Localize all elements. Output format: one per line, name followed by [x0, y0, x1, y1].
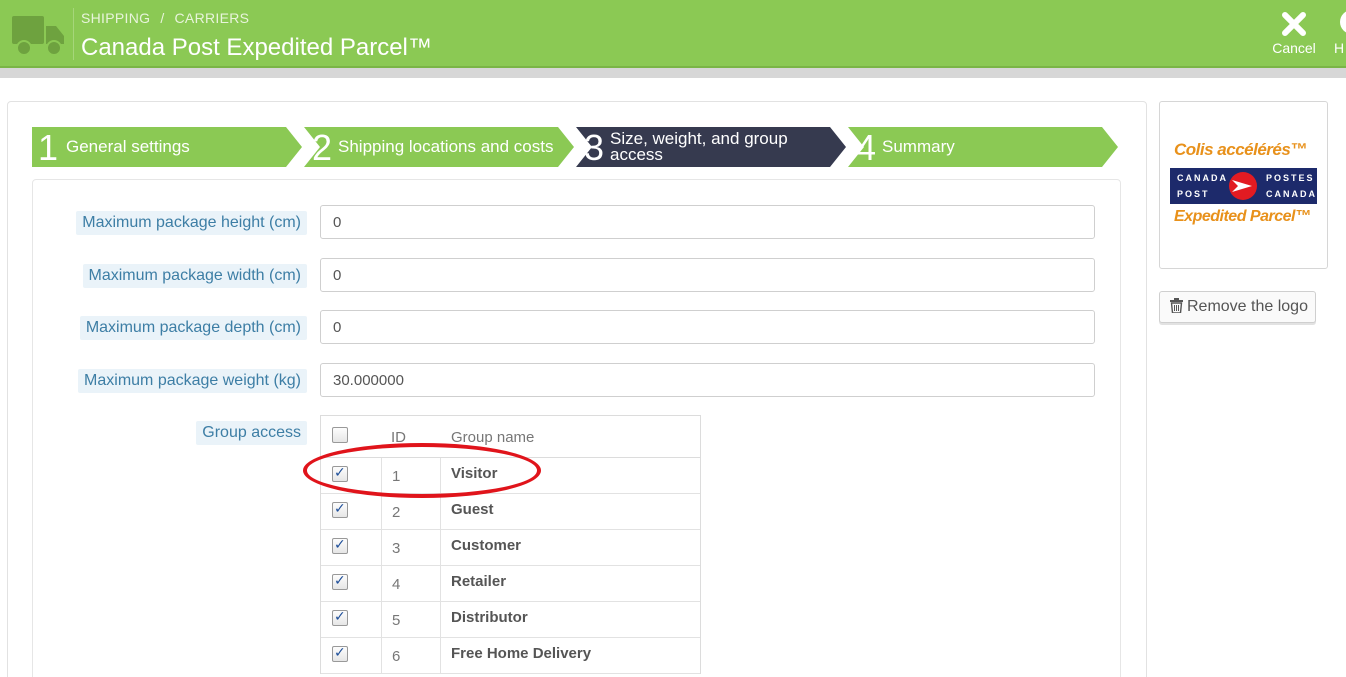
- close-icon: [1282, 12, 1306, 36]
- group-name: Free Home Delivery: [451, 645, 592, 662]
- checkmark-icon: ✓: [334, 500, 346, 516]
- group-access-label: Group access: [196, 421, 307, 445]
- step-shipping-locations[interactable]: 2 Shipping locations and costs: [304, 127, 574, 168]
- logo-band-text: POST: [1177, 189, 1210, 199]
- header-check-cell: [321, 416, 381, 457]
- breadcrumb-carriers[interactable]: CARRIERS: [175, 10, 250, 26]
- group-checkbox[interactable]: ✓: [332, 608, 348, 626]
- step-number: 3: [584, 127, 605, 168]
- logo-text-top: Colis accélérés™: [1174, 140, 1307, 159]
- step-number: 2: [312, 127, 333, 168]
- select-all-checkbox[interactable]: [332, 427, 348, 443]
- max-width-input[interactable]: [320, 258, 1095, 292]
- step-number: 1: [38, 127, 59, 168]
- group-name: Retailer: [451, 573, 507, 590]
- max-height-label: Maximum package height (cm): [76, 211, 307, 235]
- group-checkbox[interactable]: ✓: [332, 500, 348, 518]
- table-row[interactable]: ✓ 4 Retailer: [321, 566, 700, 602]
- step-number: 4: [856, 127, 877, 168]
- group-id: 5: [381, 602, 441, 637]
- row-check-cell: ✓: [321, 458, 381, 493]
- row-check-cell: ✓: [321, 494, 381, 529]
- row-check-cell: ✓: [321, 566, 381, 601]
- group-id: 2: [381, 494, 441, 529]
- table-row[interactable]: ✓ 5 Distributor: [321, 602, 700, 638]
- header-group-name: Group name: [451, 429, 535, 446]
- group-id: 1: [381, 458, 441, 493]
- checkmark-icon: ✓: [334, 608, 346, 624]
- logo-band-text: CANADA: [1266, 189, 1317, 199]
- max-depth-input[interactable]: [320, 310, 1095, 344]
- remove-logo-button[interactable]: Remove the logo: [1159, 291, 1316, 323]
- logo-band: CANADA POST POSTES CANADA: [1170, 168, 1317, 204]
- step-label: Shipping locations and costs: [338, 137, 554, 156]
- trash-icon: [1170, 298, 1183, 313]
- group-checkbox[interactable]: ✓: [332, 464, 348, 482]
- logo-text-bottom: Expedited Parcel™: [1174, 208, 1311, 225]
- group-name: Guest: [451, 501, 494, 518]
- header-shadow: [0, 68, 1346, 78]
- row-check-cell: ✓: [321, 530, 381, 565]
- wizard-steps: 1 General settings 2 Shipping locations …: [32, 127, 1122, 168]
- help-button[interactable]: H: [1334, 10, 1346, 56]
- step-label-line2: access: [610, 145, 663, 164]
- group-checkbox[interactable]: ✓: [332, 536, 348, 554]
- page-title: Canada Post Expedited Parcel™: [81, 34, 432, 61]
- max-height-input[interactable]: [320, 205, 1095, 239]
- breadcrumb-shipping[interactable]: SHIPPING: [81, 10, 150, 26]
- group-name: Visitor: [451, 465, 498, 482]
- cancel-button[interactable]: Cancel: [1268, 10, 1320, 56]
- step-size-weight-group[interactable]: 3 Size, weight, and group access: [576, 127, 846, 168]
- row-check-cell: ✓: [321, 638, 381, 673]
- cancel-label: Cancel: [1272, 40, 1316, 56]
- table-header: ID Group name: [321, 416, 700, 458]
- step-general-settings[interactable]: 1 General settings: [32, 127, 302, 168]
- logo-band-text: POSTES: [1266, 173, 1315, 183]
- group-name: Distributor: [451, 609, 528, 626]
- table-row[interactable]: ✓ 6 Free Home Delivery: [321, 638, 700, 674]
- header-id: ID: [391, 429, 406, 446]
- max-width-label: Maximum package width (cm): [82, 264, 307, 288]
- group-checkbox[interactable]: ✓: [332, 572, 348, 590]
- truck-icon: [12, 16, 64, 56]
- max-depth-label: Maximum package depth (cm): [79, 316, 307, 340]
- max-weight-input[interactable]: [320, 363, 1095, 397]
- step-label: General settings: [66, 137, 190, 156]
- table-row[interactable]: ✓ 3 Customer: [321, 530, 700, 566]
- group-checkbox[interactable]: ✓: [332, 644, 348, 662]
- canada-post-emblem-icon: [1229, 172, 1257, 200]
- checkmark-icon: ✓: [334, 536, 346, 552]
- step-summary[interactable]: 4 Summary: [848, 127, 1118, 168]
- group-name: Customer: [451, 537, 522, 554]
- logo-band-text: CANADA: [1177, 173, 1228, 183]
- max-weight-label: Maximum package weight (kg): [78, 369, 307, 393]
- page-header: SHIPPING / CARRIERS Canada Post Expedited …: [0, 0, 1346, 68]
- checkmark-icon: ✓: [334, 644, 346, 660]
- group-access-table: ID Group name ✓ 1 Visitor ✓ 2 Guest ✓ 3 Customer…: [320, 415, 701, 674]
- help-label: H: [1334, 40, 1345, 56]
- help-icon: [1340, 10, 1346, 34]
- carrier-logo: Colis accélérés™ CANADA POST POSTES CANA…: [1159, 101, 1328, 269]
- group-id: 3: [381, 530, 441, 565]
- remove-logo-label: Remove the logo: [1187, 298, 1308, 315]
- breadcrumb: SHIPPING / CARRIERS: [81, 10, 249, 26]
- breadcrumb-separator: /: [160, 10, 165, 26]
- checkmark-icon: ✓: [334, 464, 346, 480]
- table-row[interactable]: ✓ 2 Guest: [321, 494, 700, 530]
- header-divider: [73, 8, 74, 60]
- table-row[interactable]: ✓ 1 Visitor: [321, 458, 700, 494]
- group-id: 6: [381, 638, 441, 673]
- group-id: 4: [381, 566, 441, 601]
- row-check-cell: ✓: [321, 602, 381, 637]
- checkmark-icon: ✓: [334, 572, 346, 588]
- step-label: Summary: [882, 137, 955, 156]
